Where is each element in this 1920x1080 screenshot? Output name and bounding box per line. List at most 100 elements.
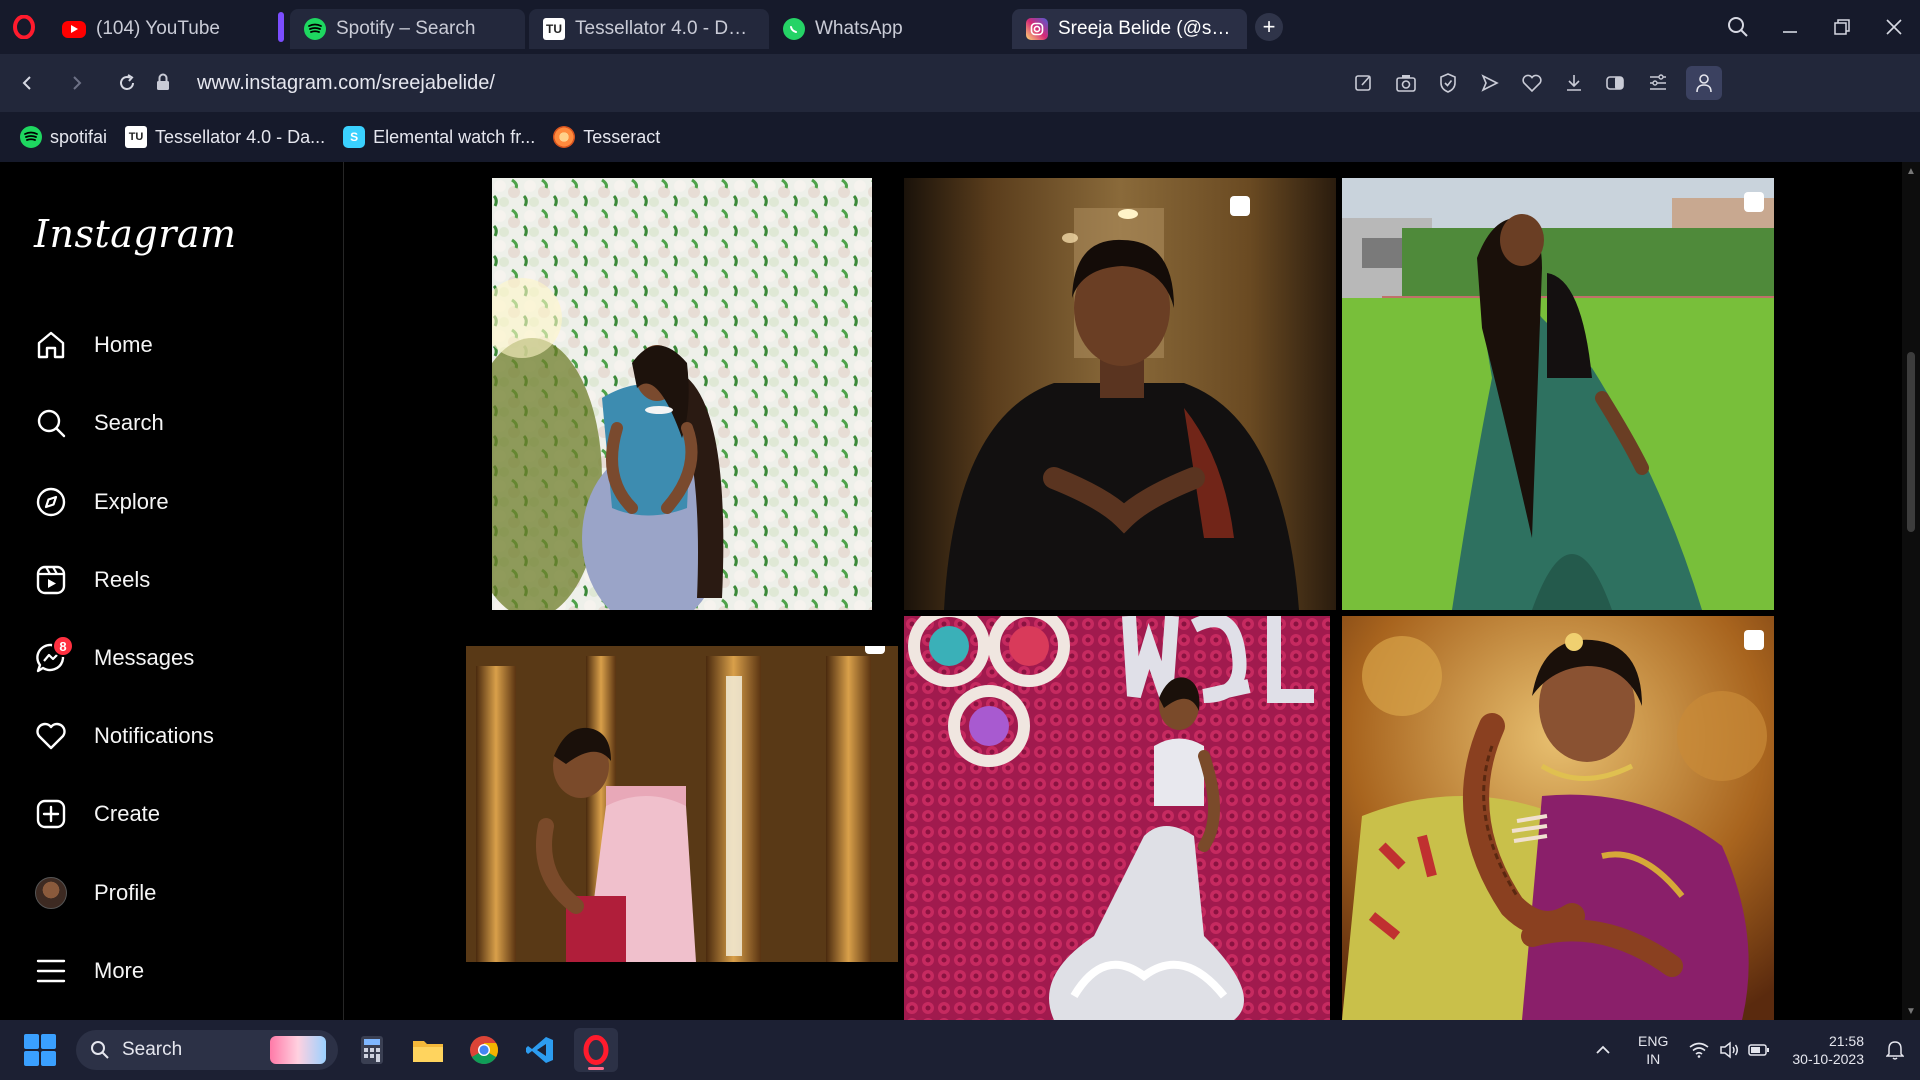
heart-icon — [34, 719, 68, 753]
shield-icon[interactable] — [1434, 69, 1462, 97]
battery-saver-icon[interactable] — [1602, 69, 1630, 97]
post-thumbnail[interactable] — [492, 178, 872, 610]
tab-spotify[interactable]: Spotify – Search — [290, 9, 525, 49]
bookmark-elemental-watch[interactable]: S Elemental watch fr... — [343, 126, 535, 148]
post-image — [1342, 178, 1774, 610]
heart-icon[interactable] — [1518, 69, 1546, 97]
nav-search[interactable]: Search — [34, 398, 164, 448]
reload-icon[interactable] — [102, 54, 152, 112]
youtube-icon — [62, 20, 86, 38]
tab-tessellator[interactable]: TU Tessellator 4.0 - Dashbo — [529, 9, 769, 49]
post-thumbnail[interactable] — [466, 646, 898, 962]
nav-label: More — [94, 958, 145, 983]
tab-label: (104) YouTube — [96, 18, 220, 39]
carousel-indicator-icon — [1230, 196, 1250, 216]
spotify-icon — [20, 126, 42, 148]
opera-menu-icon[interactable] — [0, 0, 48, 54]
language-region: IN — [1646, 1051, 1661, 1067]
avatar — [35, 877, 67, 909]
post-image — [492, 178, 872, 610]
home-icon — [34, 328, 68, 362]
bookmark-tesseract[interactable]: Tesseract — [553, 126, 660, 148]
opera-taskbar-icon[interactable] — [574, 1028, 618, 1072]
language-indicator[interactable]: ENG IN — [1638, 1032, 1668, 1068]
tessellator-icon: TU — [543, 18, 565, 40]
scroll-up-icon[interactable]: ▲ — [1906, 166, 1916, 177]
address-bar: www.instagram.com/sreejabelide/ — [0, 54, 1920, 164]
notification-bell-icon[interactable] — [1884, 1039, 1906, 1061]
post-thumbnail[interactable] — [1342, 178, 1774, 610]
snapshot-edit-icon[interactable] — [1350, 69, 1378, 97]
language-code: ENG — [1638, 1033, 1669, 1049]
vscode-icon[interactable] — [518, 1028, 562, 1072]
url-text: www.instagram.com/sreejabelide/ — [197, 71, 495, 94]
tab-search-icon[interactable] — [1712, 0, 1764, 54]
tab-label: Spotify – Search — [336, 18, 476, 39]
scroll-down-icon[interactable]: ▼ — [1906, 1006, 1916, 1017]
scrollbar-thumb[interactable] — [1907, 352, 1915, 532]
chevron-up-icon[interactable] — [1592, 1039, 1614, 1061]
chrome-icon[interactable] — [462, 1028, 506, 1072]
messages-unread-badge: 8 — [52, 635, 74, 657]
browser-tab-strip: (104) YouTube Spotify – Search TU Tessel… — [0, 0, 1920, 54]
nav-label: Notifications — [94, 723, 214, 748]
tab-whatsapp[interactable]: WhatsApp — [769, 9, 1004, 49]
bookmark-tessellator[interactable]: TU Tessellator 4.0 - Da... — [125, 126, 325, 148]
tab-youtube[interactable]: (104) YouTube — [48, 9, 278, 49]
profile-avatar-wrapper — [34, 876, 68, 910]
close-icon[interactable] — [1868, 0, 1920, 54]
taskbar-search[interactable]: Search — [76, 1030, 338, 1070]
reels-icon — [34, 563, 68, 597]
post-thumbnail[interactable] — [904, 178, 1336, 610]
battery-icon[interactable] — [1748, 1039, 1770, 1061]
lock-icon — [155, 73, 175, 93]
nav-messages[interactable]: 8 Messages — [34, 633, 194, 683]
tesseract-icon — [553, 126, 576, 148]
instagram-logo[interactable]: Instagram — [34, 212, 237, 256]
tab-label: WhatsApp — [815, 18, 903, 39]
nav-label: Reels — [94, 567, 151, 592]
explore-icon — [34, 485, 68, 519]
bookmarks-bar: spotifai TU Tessellator 4.0 - Da... S El… — [0, 112, 1920, 162]
bookmark-spotifai[interactable]: spotifai — [20, 126, 107, 148]
camera-icon[interactable] — [1392, 69, 1420, 97]
tab-label: Tessellator 4.0 - Dashbo — [575, 18, 755, 39]
nav-explore[interactable]: Explore — [34, 477, 169, 527]
create-icon — [34, 797, 68, 831]
post-image — [904, 616, 1330, 1020]
volume-icon[interactable] — [1718, 1039, 1740, 1061]
nav-profile[interactable]: Profile — [34, 868, 156, 918]
new-tab-button[interactable]: + — [1255, 13, 1283, 41]
nav-home[interactable]: Home — [34, 320, 153, 370]
carousel-indicator-icon — [1744, 630, 1764, 650]
minimize-icon[interactable] — [1764, 0, 1816, 54]
nav-create[interactable]: Create — [34, 789, 160, 839]
post-thumbnail[interactable] — [904, 616, 1330, 1020]
nav-label: Explore — [94, 489, 169, 514]
profile-icon[interactable] — [1686, 66, 1722, 100]
restore-icon[interactable] — [1816, 0, 1868, 54]
calculator-icon[interactable] — [350, 1028, 394, 1072]
send-icon[interactable] — [1476, 69, 1504, 97]
whatsapp-icon — [783, 18, 805, 40]
wifi-icon[interactable] — [1688, 1039, 1710, 1061]
tab-instagram[interactable]: Sreeja Belide (@sreejab — [1012, 9, 1247, 49]
bookmark-label: Tesseract — [583, 126, 661, 147]
back-icon[interactable] — [2, 54, 52, 112]
windows-start-icon[interactable] — [24, 1034, 56, 1066]
nav-reels[interactable]: Reels — [34, 555, 150, 605]
post-thumbnail[interactable] — [1342, 616, 1774, 1020]
messages-icon: 8 — [34, 635, 74, 675]
nav-more[interactable]: More — [34, 946, 144, 996]
profile-post-grid — [344, 162, 1920, 1020]
file-explorer-icon[interactable] — [406, 1028, 450, 1072]
post-image — [1342, 616, 1774, 1020]
download-icon[interactable] — [1560, 69, 1588, 97]
elemental-icon: S — [343, 126, 366, 148]
clock[interactable]: 21:58 30-10-2023 — [1792, 1032, 1864, 1068]
search-icon — [91, 1041, 109, 1059]
easy-setup-icon[interactable] — [1644, 69, 1672, 97]
nav-notifications[interactable]: Notifications — [34, 711, 214, 761]
forward-icon[interactable] — [52, 54, 102, 112]
page-scrollbar[interactable]: ▲ ▼ — [1902, 162, 1920, 1020]
